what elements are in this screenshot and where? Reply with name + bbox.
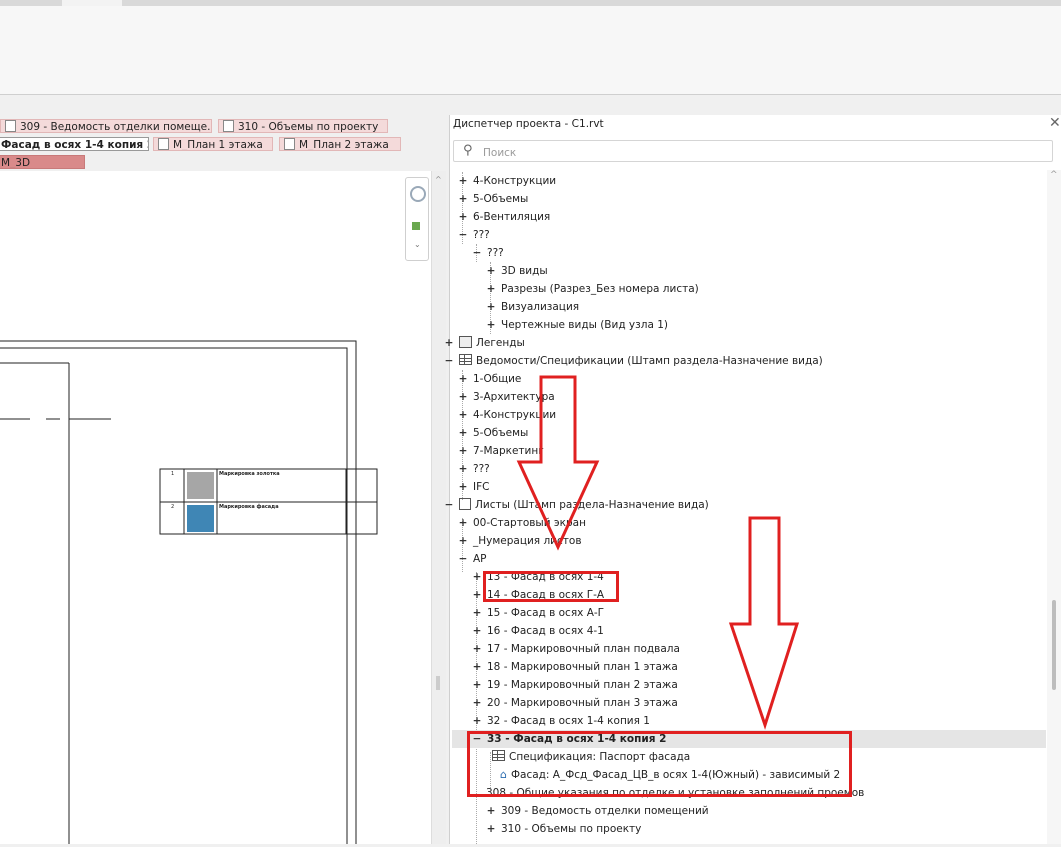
arrow-down-left [516, 375, 600, 551]
arrow-down-right [728, 516, 800, 730]
red-arrows [516, 375, 800, 730]
